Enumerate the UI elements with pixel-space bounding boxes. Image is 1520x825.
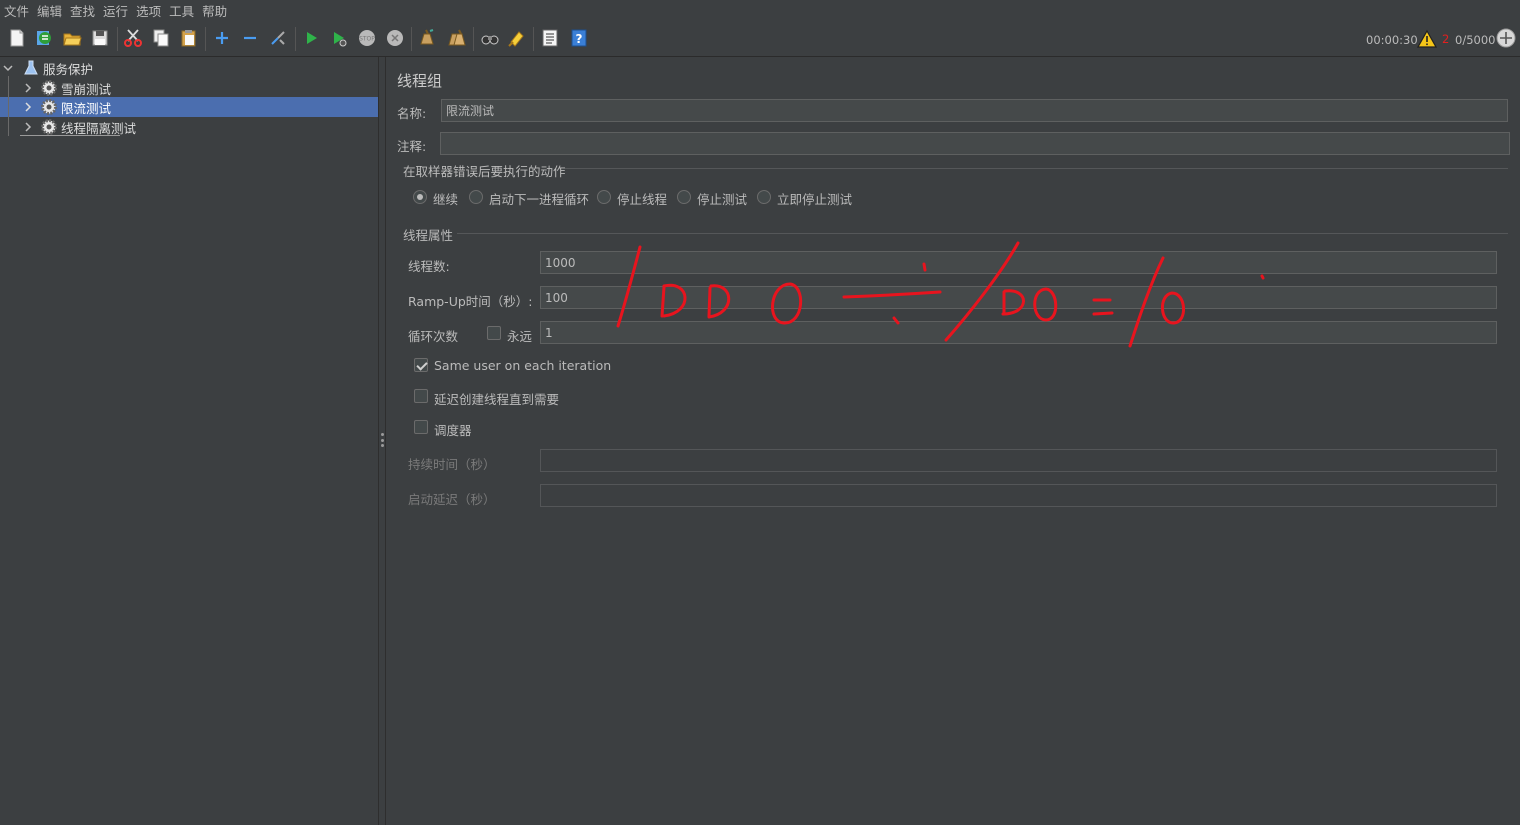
radio-start-next-loop-label[interactable]: 启动下一进程循环	[489, 189, 589, 208]
paste-icon[interactable]	[178, 27, 200, 49]
tree-item-label: 雪崩测试	[61, 81, 112, 97]
error-action-group-title: 在取样器错误后要执行的动作	[403, 164, 566, 179]
copy-icon[interactable]	[150, 27, 172, 49]
forever-checkbox[interactable]	[487, 326, 501, 340]
splitter-handle[interactable]	[381, 433, 384, 447]
expand-icon[interactable]	[211, 27, 233, 49]
name-input[interactable]	[441, 99, 1508, 122]
tree-item-avalanche-test[interactable]: 雪崩测试	[0, 78, 378, 98]
stop-icon[interactable]: STOP	[356, 27, 378, 49]
toggle-icon[interactable]	[267, 27, 289, 49]
gear-icon	[40, 79, 58, 97]
comment-input[interactable]	[440, 132, 1510, 155]
panel-splitter[interactable]	[378, 57, 386, 825]
tree-guide-line	[8, 76, 9, 136]
scheduler-checkbox[interactable]	[414, 420, 428, 434]
save-icon[interactable]	[89, 27, 111, 49]
tree-item-thread-isolation-test[interactable]: 线程隔离测试	[0, 117, 378, 137]
threads-input[interactable]	[540, 251, 1497, 274]
function-helper-icon[interactable]	[539, 27, 561, 49]
menu-edit[interactable]: 编辑	[37, 1, 62, 20]
scheduler-label[interactable]: 调度器	[434, 420, 472, 439]
radio-stop-test[interactable]	[677, 190, 691, 204]
thread-group-panel: 线程组 名称: 注释: 在取样器错误后要执行的动作 继续 启动下一进程循环 停止…	[387, 57, 1520, 825]
group-divider	[457, 233, 1508, 234]
radio-stop-test-label[interactable]: 停止测试	[697, 189, 747, 208]
menu-tools[interactable]: 工具	[169, 1, 194, 20]
elapsed-time: 00:00:30	[1366, 33, 1418, 47]
tree-item-label: 服务保护	[43, 61, 94, 77]
menu-help[interactable]: 帮助	[202, 1, 227, 20]
clear-icon[interactable]	[416, 27, 438, 49]
menu-options[interactable]: 选项	[136, 1, 161, 20]
thread-status: 0/5000	[1455, 33, 1496, 47]
thread-props-group-title: 线程属性	[403, 228, 454, 243]
collapse-icon[interactable]	[239, 27, 261, 49]
start-icon[interactable]	[300, 27, 322, 49]
tree-item-rate-limit-test[interactable]: 限流测试	[0, 97, 378, 117]
radio-stop-test-now[interactable]	[757, 190, 771, 204]
tree-item-label: 限流测试	[61, 100, 112, 116]
warning-icon[interactable]	[1416, 28, 1438, 50]
radio-continue-label[interactable]: 继续	[433, 189, 458, 208]
test-plan-tree: 服务保护 雪崩测试 限流测试 线程隔离测试	[0, 57, 378, 825]
startup-delay-label: 启动延迟（秒）	[408, 492, 496, 507]
radio-stop-thread[interactable]	[597, 190, 611, 204]
svg-text:STOP: STOP	[359, 36, 375, 43]
radio-stop-test-now-label[interactable]: 立即停止测试	[777, 189, 852, 208]
remote-status-icon[interactable]	[1495, 27, 1517, 49]
startup-delay-input[interactable]	[540, 484, 1497, 507]
tree-item-root[interactable]: 服务保护	[0, 58, 378, 78]
clear-all-icon[interactable]	[445, 27, 467, 49]
new-icon[interactable]	[6, 27, 28, 49]
duration-input[interactable]	[540, 449, 1497, 472]
svg-text:?: ?	[576, 32, 583, 46]
delay-create-checkbox[interactable]	[414, 389, 428, 403]
same-user-label[interactable]: Same user on each iteration	[434, 358, 611, 373]
gear-icon	[40, 118, 58, 136]
same-user-checkbox[interactable]	[414, 358, 428, 372]
rampup-input[interactable]	[540, 286, 1497, 309]
chevron-down-icon[interactable]	[2, 62, 14, 74]
delay-create-label[interactable]: 延迟创建线程直到需要	[434, 389, 559, 408]
loop-input[interactable]	[540, 321, 1497, 344]
help-icon[interactable]: ?	[568, 27, 590, 49]
radio-stop-thread-label[interactable]: 停止线程	[617, 189, 667, 208]
chevron-right-icon[interactable]	[22, 121, 34, 133]
menu-file[interactable]: 文件	[4, 1, 29, 20]
gear-icon	[40, 98, 58, 116]
panel-title: 线程组	[397, 72, 443, 90]
radio-start-next-loop[interactable]	[469, 190, 483, 204]
radio-continue[interactable]	[413, 190, 427, 204]
templates-icon[interactable]	[33, 27, 55, 49]
name-label: 名称:	[397, 106, 427, 121]
tree-item-label: 线程隔离测试	[61, 120, 137, 136]
menu-search[interactable]: 查找	[70, 1, 95, 20]
reset-search-icon[interactable]	[506, 27, 528, 49]
test-plan-icon	[22, 59, 40, 77]
rampup-label: Ramp-Up时间（秒）:	[408, 294, 533, 309]
tree-drop-indicator	[20, 135, 120, 136]
cut-icon[interactable]	[122, 27, 144, 49]
comment-label: 注释:	[397, 139, 427, 154]
open-icon[interactable]	[61, 27, 83, 49]
shutdown-icon[interactable]	[384, 27, 406, 49]
menu-run[interactable]: 运行	[103, 1, 128, 20]
warning-count: 2	[1442, 32, 1450, 46]
menu-bar: 文件 编辑 查找 运行 选项 工具 帮助	[0, 0, 1520, 21]
loop-label: 循环次数	[408, 329, 459, 344]
toolbar: STOP ? 00:00:30 2 0/5000	[0, 21, 1520, 57]
group-divider	[565, 168, 1508, 169]
forever-label[interactable]: 永远	[507, 326, 532, 345]
duration-label: 持续时间（秒）	[408, 457, 496, 472]
chevron-right-icon[interactable]	[22, 82, 34, 94]
search-icon[interactable]	[479, 27, 501, 49]
chevron-right-icon[interactable]	[22, 101, 34, 113]
start-no-pause-icon[interactable]	[328, 27, 350, 49]
threads-label: 线程数:	[408, 259, 450, 274]
